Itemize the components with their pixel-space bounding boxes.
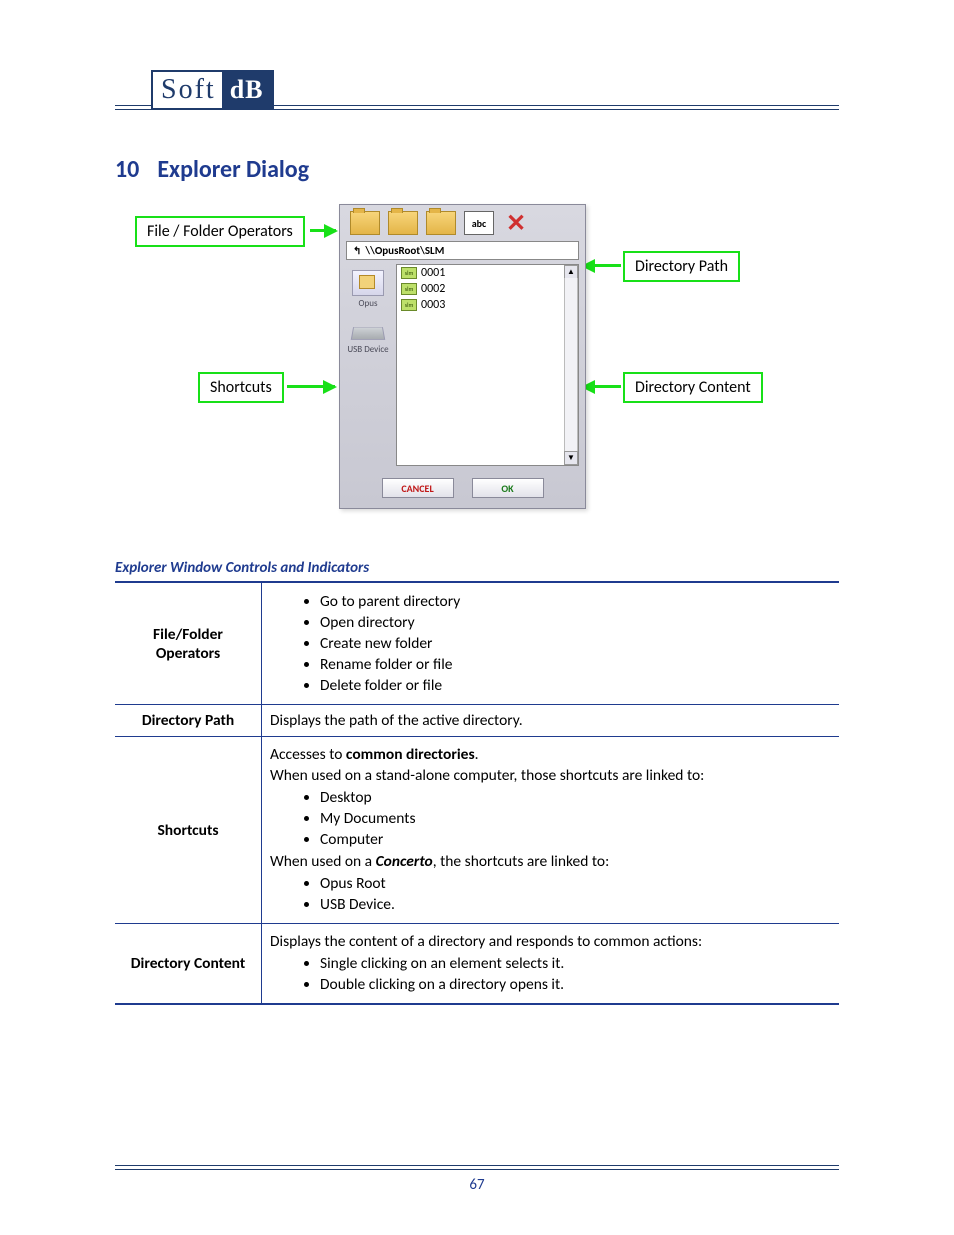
text: , the shortcuts are linked to: <box>433 852 610 871</box>
list-item[interactable]: slm 0003 <box>397 297 578 313</box>
section-heading: 10 Explorer Dialog <box>115 155 839 184</box>
list-item: Open directory <box>320 612 831 633</box>
page-header: Soft dB <box>115 70 839 110</box>
callout-operators: File / Folder Operators <box>135 216 305 247</box>
scroll-down-button[interactable]: ▼ <box>564 451 578 465</box>
opus-folder-icon <box>352 270 384 296</box>
text: When used on a stand-alone computer, tho… <box>270 766 831 785</box>
table-caption: Explorer Window Controls and Indicators <box>115 559 839 577</box>
arrow-operators <box>310 229 336 232</box>
controls-table: File/Folder Operators Go to parent direc… <box>115 581 839 1005</box>
shortcut-label: Opus <box>359 298 378 309</box>
file-icon: slm <box>401 283 417 295</box>
scroll-up-button[interactable]: ▲ <box>564 265 578 279</box>
list-item: Create new folder <box>320 633 831 654</box>
table-row: Directory Content Displays the content o… <box>115 924 839 1005</box>
header-rule-right <box>274 105 840 110</box>
row-desc: Accesses to common directories. When use… <box>262 737 840 924</box>
page-number: 67 <box>115 1176 839 1194</box>
arrow-path <box>583 264 621 267</box>
list-item-label: 0001 <box>421 266 445 280</box>
logo: Soft dB <box>151 70 274 110</box>
row-label: File/Folder Operators <box>115 582 262 705</box>
directory-listing[interactable]: slm 0001 slm 0002 slm 0003 ▲ ▼ <box>396 264 579 466</box>
text: Accesses to <box>270 745 346 764</box>
logo-text-right: dB <box>222 72 272 108</box>
directory-path-bar[interactable]: ↰ \\OpusRoot\SLM <box>346 241 579 260</box>
explorer-dialog: abc ✕ ↰ \\OpusRoot\SLM Opus USB Device <box>339 204 586 509</box>
rename-icon[interactable]: abc <box>464 211 494 235</box>
scrollbar-track[interactable] <box>564 278 578 452</box>
text: . <box>475 745 479 764</box>
row-desc: Displays the content of a directory and … <box>262 924 840 1005</box>
list-item: Opus Root <box>320 873 831 894</box>
list-item: Computer <box>320 829 831 850</box>
shortcuts-pane: Opus USB Device <box>346 264 390 466</box>
file-icon: slm <box>401 267 417 279</box>
dialog-toolbar: abc ✕ <box>340 205 585 241</box>
row-desc: Displays the path of the active director… <box>262 705 840 737</box>
table-row: Shortcuts Accesses to common directories… <box>115 737 839 924</box>
shortcut-label: USB Device <box>347 345 388 354</box>
path-up-icon: ↰ <box>353 244 361 257</box>
section-number: 10 <box>115 155 139 184</box>
row-label: Shortcuts <box>115 737 262 924</box>
shortcut-opus[interactable]: Opus <box>346 270 390 309</box>
table-row: Directory Path Displays the path of the … <box>115 705 839 737</box>
list-item: Delete folder or file <box>320 675 831 696</box>
list-item-label: 0003 <box>421 298 445 312</box>
usb-device-icon <box>351 327 386 340</box>
cancel-button[interactable]: CANCEL <box>382 478 454 498</box>
explorer-figure: File / Folder Operators Shortcuts Direct… <box>115 204 839 534</box>
delete-icon[interactable]: ✕ <box>502 212 530 234</box>
ok-button[interactable]: OK <box>472 478 544 498</box>
list-item: Single clicking on an element selects it… <box>320 953 831 974</box>
row-desc: Go to parent directory Open directory Cr… <box>262 582 840 705</box>
table-row: File/Folder Operators Go to parent direc… <box>115 582 839 705</box>
callout-shortcuts: Shortcuts <box>198 372 284 403</box>
text: Displays the content of a directory and … <box>270 932 831 951</box>
callout-content: Directory Content <box>623 372 763 403</box>
list-item: Rename folder or file <box>320 654 831 675</box>
parent-dir-icon[interactable] <box>350 211 380 235</box>
arrow-shortcuts <box>287 385 335 388</box>
page-footer: 67 <box>115 1165 839 1194</box>
open-dir-icon[interactable] <box>388 211 418 235</box>
list-item: Desktop <box>320 787 831 808</box>
arrow-content <box>583 385 621 388</box>
text-bold-italic: Concerto <box>376 852 433 871</box>
file-icon: slm <box>401 299 417 311</box>
header-rule-left <box>115 105 151 110</box>
row-label: Directory Content <box>115 924 262 1005</box>
section-title: Explorer Dialog <box>157 155 309 184</box>
list-item: Double clicking on a directory opens it. <box>320 974 831 995</box>
new-folder-icon[interactable] <box>426 211 456 235</box>
list-item-label: 0002 <box>421 282 445 296</box>
text-bold: common directories <box>346 745 475 764</box>
row-label: Directory Path <box>115 705 262 737</box>
text: When used on a <box>270 852 376 871</box>
footer-rule <box>115 1165 839 1170</box>
list-item: Go to parent directory <box>320 591 831 612</box>
list-item[interactable]: slm 0001 <box>397 265 578 281</box>
list-item: USB Device. <box>320 894 831 915</box>
shortcut-usb[interactable]: USB Device <box>346 323 390 354</box>
logo-text-left: Soft <box>153 72 222 108</box>
callout-path: Directory Path <box>623 251 740 282</box>
list-item[interactable]: slm 0002 <box>397 281 578 297</box>
list-item: My Documents <box>320 808 831 829</box>
directory-path-text: \\OpusRoot\SLM <box>365 244 444 257</box>
